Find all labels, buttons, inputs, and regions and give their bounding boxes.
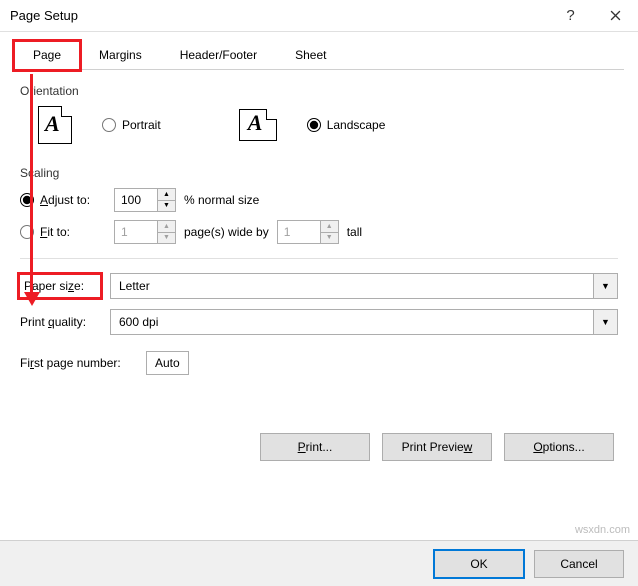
first-page-label: First page number:: [20, 356, 146, 370]
close-button[interactable]: [593, 0, 638, 32]
tab-strip: Page Margins Header/Footer Sheet: [14, 40, 624, 70]
portrait-radio-label: Portrait: [122, 118, 161, 132]
fit-wide-label: page(s) wide by: [184, 225, 269, 239]
fit-wide-value[interactable]: [115, 221, 157, 243]
print-button[interactable]: Print...: [260, 433, 370, 461]
spin-down-icon[interactable]: ▼: [321, 233, 338, 244]
fit-tall-value[interactable]: [278, 221, 320, 243]
fit-wide-spinner[interactable]: ▲▼: [114, 220, 176, 244]
print-quality-label: Print quality:: [20, 315, 110, 329]
adjust-to-label: Adjust to:: [40, 193, 90, 207]
fit-to-radio[interactable]: Fit to:: [20, 225, 106, 239]
spin-down-icon[interactable]: ▼: [158, 201, 175, 212]
chevron-down-icon[interactable]: ▼: [593, 274, 617, 298]
window-title: Page Setup: [10, 8, 78, 23]
close-icon: [610, 10, 621, 21]
first-page-row: First page number: Auto: [20, 351, 618, 375]
paper-size-label: Paper size:: [20, 275, 100, 297]
spin-down-icon[interactable]: ▼: [158, 233, 175, 244]
tab-page[interactable]: Page: [14, 41, 80, 70]
portrait-page-icon: A: [38, 106, 72, 144]
paper-size-value[interactable]: [111, 274, 593, 298]
help-button[interactable]: ?: [548, 0, 593, 32]
adjust-to-radio[interactable]: Adjust to:: [20, 193, 106, 207]
fit-to-label: Fit to:: [40, 225, 70, 239]
adjust-unit: % normal size: [184, 193, 259, 207]
spin-up-icon[interactable]: ▲: [158, 189, 175, 201]
cancel-button[interactable]: Cancel: [534, 550, 624, 578]
print-quality-row: Print quality: ▼: [20, 309, 618, 335]
adjust-spinner[interactable]: ▲▼: [114, 188, 176, 212]
spin-up-icon[interactable]: ▲: [321, 221, 338, 233]
scaling-label: Scaling: [20, 166, 618, 180]
tab-header-footer[interactable]: Header/Footer: [161, 41, 276, 70]
fit-tall-label: tall: [347, 225, 362, 239]
chevron-down-icon[interactable]: ▼: [593, 310, 617, 334]
fit-tall-spinner[interactable]: ▲▼: [277, 220, 339, 244]
orientation-label: Orientation: [20, 84, 618, 98]
portrait-radio[interactable]: Portrait: [102, 118, 161, 132]
paper-size-combo[interactable]: ▼: [110, 273, 618, 299]
landscape-radio[interactable]: Landscape: [307, 118, 386, 132]
landscape-page-icon: A: [239, 109, 277, 141]
dialog-footer: OK Cancel: [0, 540, 638, 586]
watermark: wsxdn.com: [575, 524, 630, 536]
ok-button[interactable]: OK: [434, 550, 524, 578]
paper-size-row: Paper size: ▼: [20, 273, 618, 299]
landscape-radio-label: Landscape: [327, 118, 386, 132]
print-quality-combo[interactable]: ▼: [110, 309, 618, 335]
print-quality-value[interactable]: [111, 310, 593, 334]
adjust-value[interactable]: [115, 189, 157, 211]
title-bar: Page Setup ?: [0, 0, 638, 32]
spin-up-icon[interactable]: ▲: [158, 221, 175, 233]
tab-margins[interactable]: Margins: [80, 41, 161, 70]
print-preview-button[interactable]: Print Preview: [382, 433, 492, 461]
first-page-input[interactable]: Auto: [146, 351, 189, 375]
tab-sheet[interactable]: Sheet: [276, 41, 345, 70]
options-button[interactable]: Options...: [504, 433, 614, 461]
